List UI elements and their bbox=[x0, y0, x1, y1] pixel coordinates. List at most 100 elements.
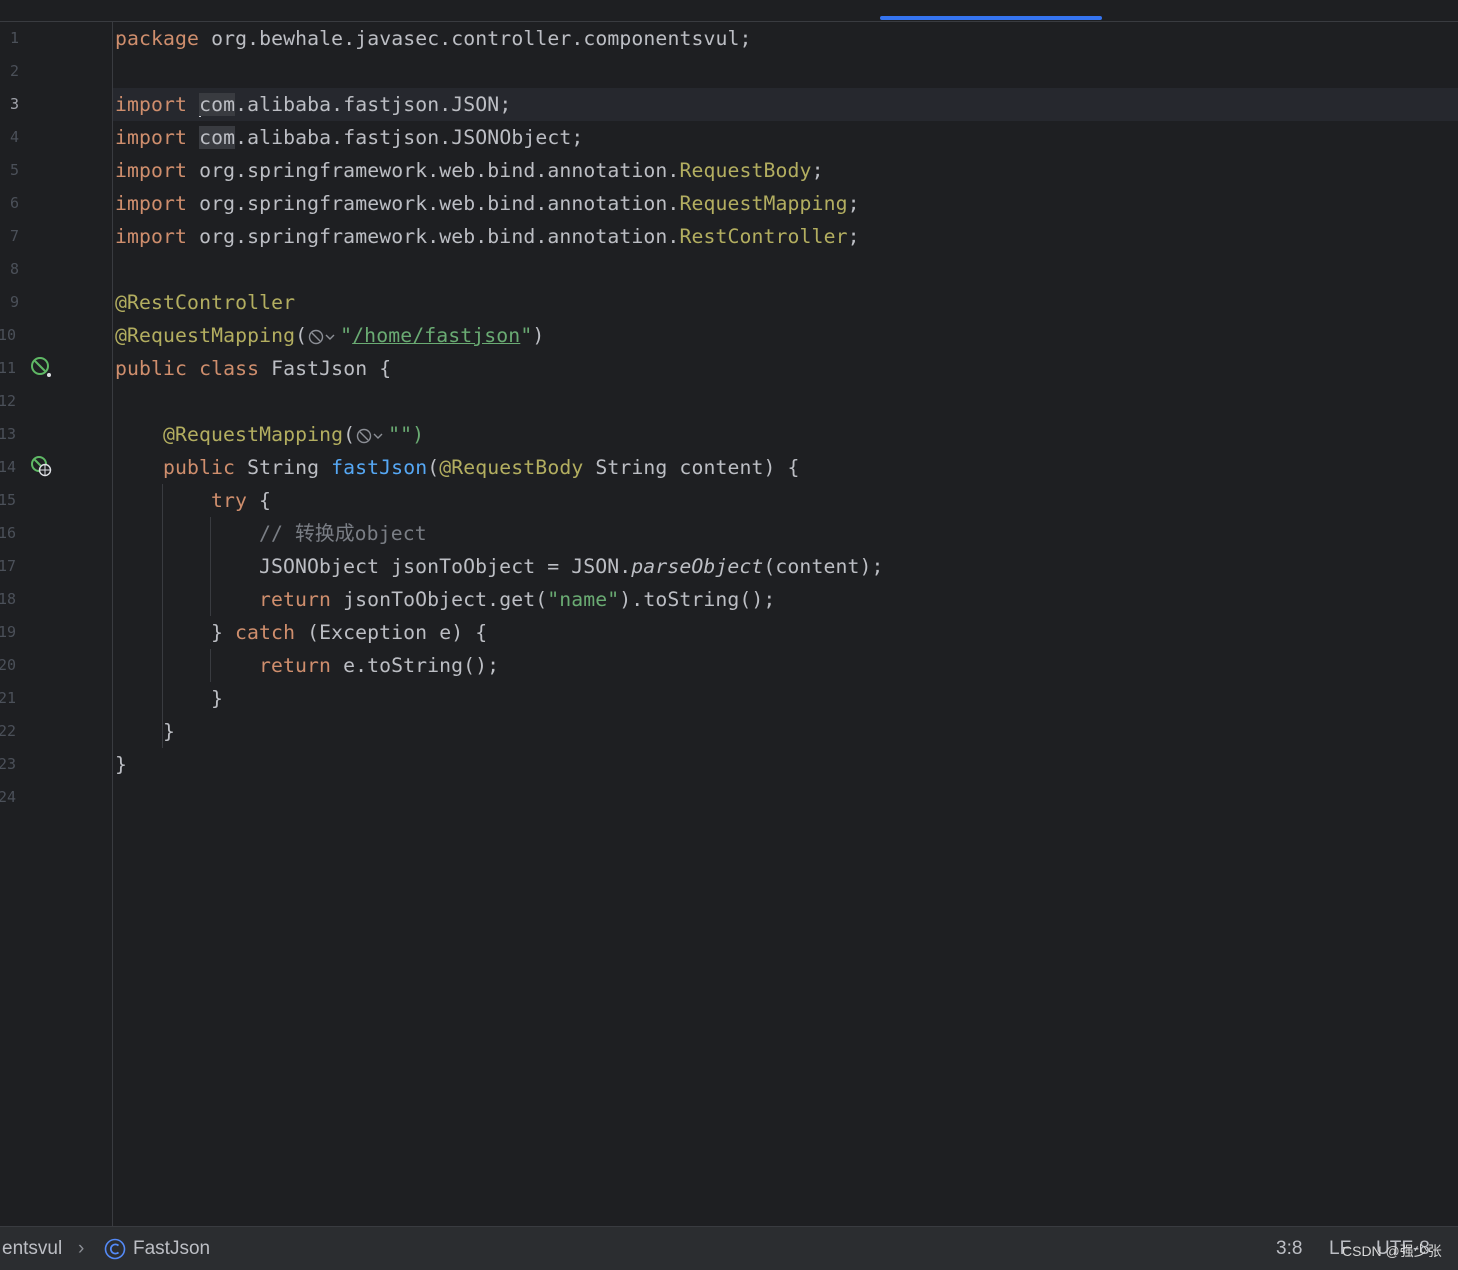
status-bar: entsvul › FastJson 3:8 LF UTF-8 bbox=[0, 1226, 1458, 1270]
code-line-23: } bbox=[115, 748, 127, 781]
line-number: 21 bbox=[0, 689, 17, 707]
keyword: try bbox=[211, 489, 248, 512]
annotation: @RequestMapping bbox=[115, 324, 296, 347]
line-number: 14 bbox=[0, 458, 17, 476]
keyword: import bbox=[115, 225, 188, 248]
expression: e.toString(); bbox=[331, 654, 500, 677]
keyword: return bbox=[259, 654, 332, 677]
punctuation: ( bbox=[295, 324, 308, 347]
keyword: import bbox=[115, 93, 188, 116]
indent-guide bbox=[210, 517, 211, 616]
keyword: catch bbox=[235, 621, 296, 644]
line-number-current: 3 bbox=[10, 95, 20, 113]
annotation-type: RequestMapping bbox=[679, 192, 848, 215]
keyword: import bbox=[115, 126, 188, 149]
punctuation: } bbox=[211, 621, 236, 644]
active-tab-indicator[interactable] bbox=[880, 16, 1102, 20]
code-line-4: import com.alibaba.fastjson.JSONObject; bbox=[115, 121, 583, 154]
import-path: .alibaba.fastjson.JSON; bbox=[235, 93, 512, 116]
code-line-7: import org.springframework.web.bind.anno… bbox=[115, 220, 860, 253]
keyword: class bbox=[199, 357, 260, 380]
line-number: 20 bbox=[0, 656, 17, 674]
import-path: org.springframework.web.bind.annotation. bbox=[187, 159, 680, 182]
line-number: 2 bbox=[10, 62, 20, 80]
method-name: fastJson bbox=[331, 456, 428, 479]
line-number: 19 bbox=[0, 623, 17, 641]
code-line-20: return e.toString(); bbox=[259, 649, 499, 682]
expression: jsonToObject.get( bbox=[331, 588, 548, 611]
punctuation: ; bbox=[811, 159, 824, 182]
code-line-1: package org.bewhale.javasec.controller.c… bbox=[115, 22, 752, 55]
punctuation: } bbox=[115, 753, 128, 776]
line-number: 17 bbox=[0, 557, 17, 575]
url-path-link[interactable]: /home/fastjson bbox=[352, 324, 520, 347]
line-number: 8 bbox=[10, 260, 20, 278]
code-line-21: } bbox=[211, 682, 223, 715]
import-path: .alibaba.fastjson.JSONObject; bbox=[235, 126, 584, 149]
code-line-5: import org.springframework.web.bind.anno… bbox=[115, 154, 824, 187]
line-number: 6 bbox=[10, 194, 20, 212]
editor-gutter[interactable]: 1 2 3 4 5 6 7 8 9 10 11 12 13 14 15 16 1… bbox=[0, 22, 113, 1226]
line-number: 10 bbox=[0, 326, 17, 344]
web-endpoint-icon[interactable] bbox=[30, 455, 52, 477]
line-number: 9 bbox=[10, 293, 20, 311]
annotation: @RestController bbox=[115, 291, 296, 314]
punctuation: ; bbox=[847, 192, 860, 215]
spring-bean-icon[interactable] bbox=[30, 356, 52, 378]
arguments: (content); bbox=[763, 555, 884, 578]
import-path: org.springframework.web.bind.annotation. bbox=[187, 225, 680, 248]
punctuation: ( bbox=[343, 423, 356, 446]
punctuation: ( bbox=[427, 456, 440, 479]
empty-string: "") bbox=[388, 423, 425, 446]
annotation: @RequestMapping bbox=[163, 423, 344, 446]
punctuation: ; bbox=[847, 225, 860, 248]
code-editor[interactable]: package org.bewhale.javasec.controller.c… bbox=[113, 22, 1458, 1226]
comment: // 转换成object bbox=[259, 522, 427, 545]
line-number: 5 bbox=[10, 161, 20, 179]
line-number: 1 bbox=[10, 29, 20, 47]
import-path: org.springframework.web.bind.annotation. bbox=[187, 192, 680, 215]
line-number: 23 bbox=[0, 755, 17, 773]
declaration: JSONObject jsonToObject = JSON. bbox=[259, 555, 632, 578]
code-line-11: public class FastJson { bbox=[115, 352, 391, 385]
keyword: return bbox=[259, 588, 332, 611]
code-line-6: import org.springframework.web.bind.anno… bbox=[115, 187, 860, 220]
code-line-13: @RequestMapping( "") bbox=[163, 418, 424, 451]
class-name: FastJson { bbox=[259, 357, 392, 380]
keyword: import bbox=[115, 192, 188, 215]
keyword: public bbox=[115, 357, 188, 380]
line-number: 16 bbox=[0, 524, 17, 542]
code-line-18: return jsonToObject.get("name").toString… bbox=[259, 583, 775, 616]
highlighted-identifier: com bbox=[199, 93, 236, 116]
indent-guide bbox=[162, 484, 163, 748]
keyword: package bbox=[115, 27, 200, 50]
code-line-14: public String fastJson(@RequestBody Stri… bbox=[163, 451, 800, 484]
code-line-3: import com.alibaba.fastjson.JSON; bbox=[115, 88, 511, 121]
globe-dropdown-icon[interactable] bbox=[308, 328, 338, 346]
code-line-16: // 转换成object bbox=[259, 517, 427, 550]
punctuation: } bbox=[211, 687, 224, 710]
code-line-10: @RequestMapping("/home/fastjson"() bbox=[115, 319, 544, 352]
annotation-type: RequestBody bbox=[679, 159, 812, 182]
code-line-22: } bbox=[163, 715, 175, 748]
keyword: import bbox=[115, 159, 188, 182]
editor-tab-strip bbox=[0, 0, 1458, 22]
string-quote: " bbox=[520, 324, 533, 347]
breadcrumb-class[interactable]: FastJson bbox=[133, 1227, 210, 1270]
string-quote: " bbox=[340, 324, 353, 347]
static-method: parseObject bbox=[631, 555, 764, 578]
punctuation: { bbox=[247, 489, 272, 512]
globe-dropdown-icon[interactable] bbox=[356, 427, 386, 445]
watermark: CSDN @强少张 bbox=[1342, 1243, 1442, 1259]
ide-window: 1 2 3 4 5 6 7 8 9 10 11 12 13 14 15 16 1… bbox=[0, 0, 1458, 1270]
code-line-9: @RestController bbox=[115, 286, 295, 319]
line-number: 15 bbox=[0, 491, 17, 509]
punctuation: } bbox=[163, 720, 176, 743]
punctuation: ) bbox=[532, 324, 545, 347]
type: String bbox=[235, 456, 332, 479]
breadcrumb-separator: › bbox=[78, 1238, 85, 1259]
expression: ).toString(); bbox=[619, 588, 776, 611]
cursor-position[interactable]: 3:8 bbox=[1276, 1227, 1302, 1270]
keyword: public bbox=[163, 456, 236, 479]
breadcrumb-package[interactable]: entsvul bbox=[2, 1227, 62, 1270]
